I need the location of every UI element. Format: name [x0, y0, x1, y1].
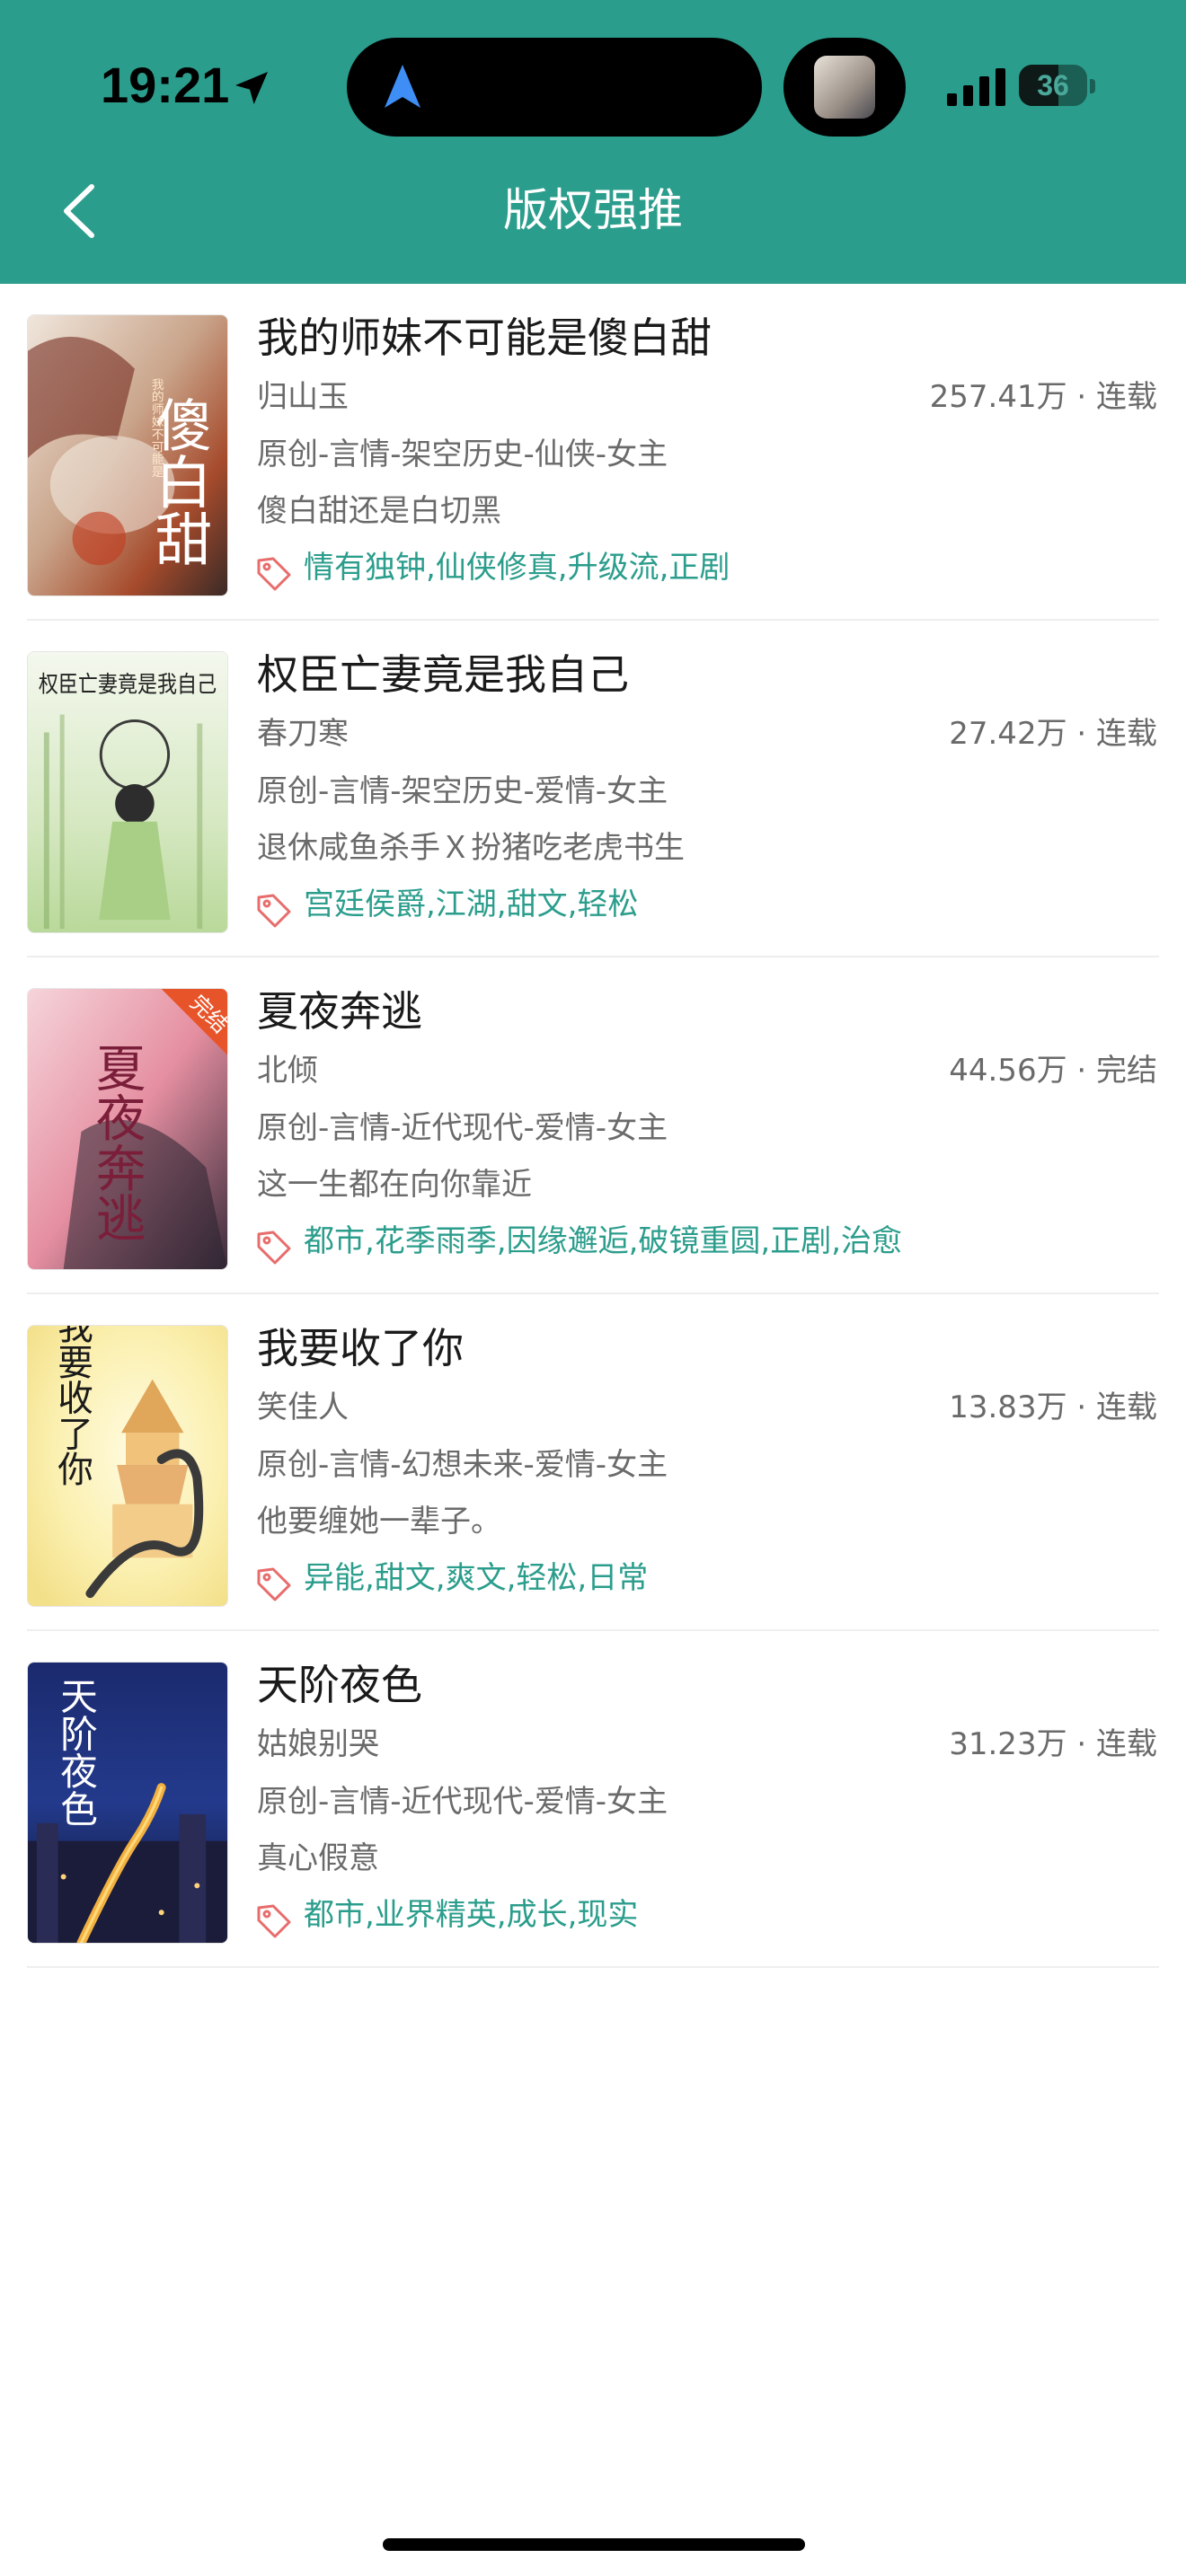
book-list: 傻白甜 我的师妹不可能是 我的师妹不可能是傻白甜 归山玉 257.41万 · 连…: [0, 284, 1186, 1968]
book-category: 原创-言情-幻想未来-爱情-女主: [257, 1447, 668, 1483]
book-intro: 退休咸鱼杀手Ｘ扮猪吃老虎书生: [257, 830, 685, 866]
book-cover[interactable]: 傻白甜 我的师妹不可能是: [27, 314, 228, 596]
cover-art: 傻白甜 我的师妹不可能是: [28, 315, 227, 595]
book-tags: 都市,业界精英,成长,现实: [304, 1897, 639, 1933]
tag-icon: [257, 1904, 291, 1938]
book-item[interactable]: 天阶夜色 天阶夜色 姑娘别哭 31.23万 · 连载 原创-言情-近代现代-爱情…: [0, 1631, 1186, 1968]
book-word-count-status: 27.42万 · 连载: [949, 716, 1157, 752]
book-author[interactable]: 春刀寒: [257, 710, 349, 757]
tag-icon: [257, 557, 291, 591]
status-time: 19:21: [101, 57, 230, 113]
book-category: 原创-言情-架空历史-仙侠-女主: [257, 437, 668, 472]
navigation-icon: [385, 65, 420, 108]
book-cover[interactable]: 权臣亡妻竟是我自己: [27, 651, 228, 933]
book-author[interactable]: 北倾: [257, 1047, 318, 1094]
home-indicator[interactable]: [383, 2538, 805, 2551]
book-author[interactable]: 姑娘别哭: [257, 1721, 379, 1768]
battery-cap: [1090, 79, 1095, 93]
book-word-count-status: 44.56万 · 完结: [949, 1053, 1157, 1089]
book-title[interactable]: 我要收了你: [257, 1319, 464, 1377]
book-cover[interactable]: 我要收了你: [27, 1325, 228, 1607]
book-word-count-status: 31.23万 · 连载: [949, 1726, 1157, 1762]
page-title: 版权强推: [503, 184, 683, 236]
book-tags: 宫廷侯爵,江湖,甜文,轻松: [304, 887, 639, 922]
book-intro: 他要缠她一辈子。: [257, 1504, 501, 1539]
book-tags: 情有独钟,仙侠修真,升级流,正剧: [304, 550, 730, 586]
book-intro: 这一生都在向你靠近: [257, 1167, 532, 1203]
divider: [27, 1966, 1159, 1968]
location-arrow-icon: [235, 72, 268, 104]
cover-art: 夏夜奔逃 完结: [28, 989, 227, 1269]
book-intro: 傻白甜还是白切黑: [257, 493, 501, 529]
book-category: 原创-言情-架空历史-爱情-女主: [257, 773, 668, 809]
book-item[interactable]: 傻白甜 我的师妹不可能是 我的师妹不可能是傻白甜 归山玉 257.41万 · 连…: [0, 284, 1186, 621]
cover-art: 天阶夜色: [28, 1663, 227, 1943]
battery-icon: 36: [1019, 65, 1087, 106]
cover-title: 我要收了你: [52, 1326, 93, 1486]
cover-subtitle: 我的师妹不可能是: [150, 378, 164, 480]
book-intro: 真心假意: [257, 1840, 379, 1876]
book-tags: 异能,甜文,爽文,轻松,日常: [304, 1560, 649, 1596]
cover-title: 权臣亡妻竟是我自己: [39, 672, 217, 699]
tag-icon: [257, 894, 291, 928]
book-title[interactable]: 天阶夜色: [257, 1656, 422, 1714]
cover-title: 夏夜奔逃: [88, 1043, 146, 1243]
book-category: 原创-言情-近代现代-爱情-女主: [257, 1110, 668, 1146]
now-playing-thumbnail: [783, 38, 906, 137]
app-header: 19:21 36 版权强推: [0, 0, 1186, 284]
tag-icon: [257, 1567, 291, 1601]
book-cover[interactable]: 天阶夜色: [27, 1662, 228, 1944]
book-title[interactable]: 权臣亡妻竟是我自己: [257, 646, 629, 703]
book-author[interactable]: 归山玉: [257, 374, 349, 420]
book-cover[interactable]: 夏夜奔逃 完结: [27, 988, 228, 1270]
book-category: 原创-言情-近代现代-爱情-女主: [257, 1784, 668, 1820]
book-title[interactable]: 我的师妹不可能是傻白甜: [257, 309, 712, 366]
dynamic-island: [347, 38, 762, 137]
book-item[interactable]: 权臣亡妻竟是我自己 权臣亡妻竟是我自己 春刀寒 27.42万 · 连载 原创-言…: [0, 621, 1186, 957]
book-word-count-status: 257.41万 · 连载: [929, 379, 1157, 415]
battery-percent: 36: [1037, 69, 1069, 101]
book-title[interactable]: 夏夜奔逃: [257, 983, 422, 1040]
cover-art: 权臣亡妻竟是我自己: [28, 652, 227, 932]
book-word-count-status: 13.83万 · 连载: [949, 1389, 1157, 1425]
book-item[interactable]: 夏夜奔逃 完结 夏夜奔逃 北倾 44.56万 · 完结 原创-言情-近代现代-爱…: [0, 957, 1186, 1294]
tag-icon: [257, 1231, 291, 1265]
cover-title: 天阶夜色: [55, 1677, 99, 1827]
cover-art: 我要收了你: [28, 1326, 227, 1606]
book-tags: 都市,花季雨季,因缘邂逅,破镜重圆,正剧,治愈: [304, 1223, 903, 1259]
book-author[interactable]: 笑佳人: [257, 1384, 349, 1431]
cellular-signal-icon: [947, 68, 1005, 106]
book-item[interactable]: 我要收了你 我要收了你 笑佳人 13.83万 · 连载 原创-言情-幻想未来-爱…: [0, 1294, 1186, 1631]
thumbnail-image: [814, 56, 875, 119]
